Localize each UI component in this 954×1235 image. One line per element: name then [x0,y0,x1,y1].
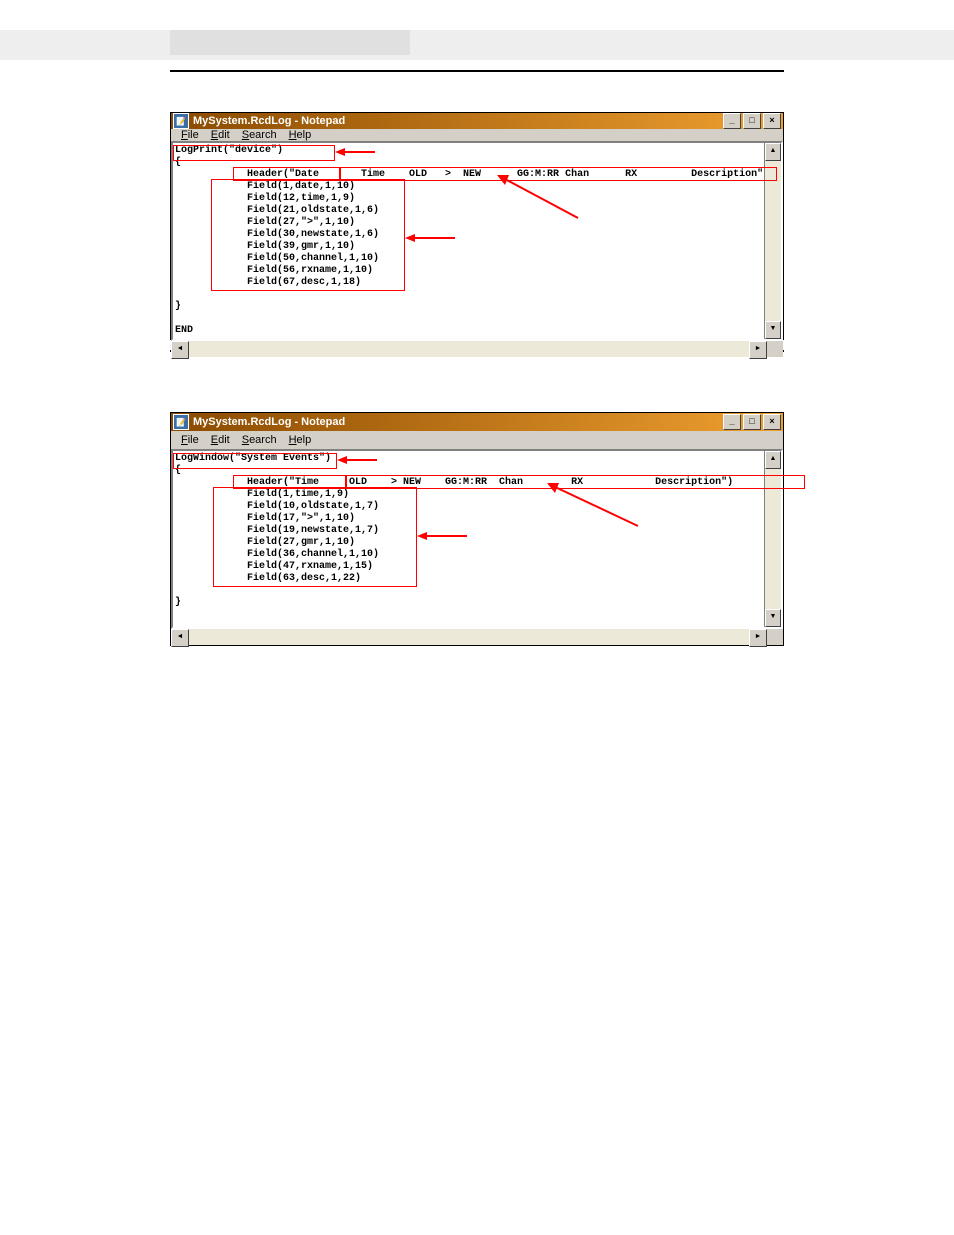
scroll-track[interactable] [189,629,749,645]
menu-search[interactable]: Search [236,129,283,141]
window-title: MySystem.RcdLog - Notepad [193,416,721,428]
menu-file[interactable]: File [175,434,205,446]
resize-grip[interactable] [767,629,783,645]
titlebar[interactable]: 📝 MySystem.RcdLog - Notepad _ □ × [171,113,783,129]
screenshot-2: 📝 MySystem.RcdLog - Notepad _ □ × File E… [170,412,784,646]
page-header-inner [170,30,410,55]
scroll-up-button[interactable]: ▲ [765,143,781,161]
menu-file[interactable]: File [175,129,205,141]
menubar: File Edit Search Help [171,129,783,141]
menu-help[interactable]: Help [283,434,318,446]
menu-edit[interactable]: Edit [205,129,236,141]
menu-help[interactable]: Help [283,129,318,141]
resize-grip[interactable] [767,341,783,357]
maximize-button[interactable]: □ [743,414,761,430]
text-area[interactable]: LogWindow("System Events") { Header("Tim… [173,451,764,627]
horizontal-rule [170,70,784,72]
vertical-scrollbar[interactable]: ▲ ▼ [764,451,781,627]
scroll-down-button[interactable]: ▼ [765,321,781,339]
app-icon: 📝 [173,414,189,430]
screenshot-1: 📝 MySystem.RcdLog - Notepad _ □ × File E… [170,112,784,340]
notepad-window-1: 📝 MySystem.RcdLog - Notepad _ □ × File E… [171,113,783,339]
scroll-track[interactable] [765,161,781,321]
window-title: MySystem.RcdLog - Notepad [193,115,721,127]
scroll-track[interactable] [189,341,749,357]
close-button[interactable]: × [763,113,781,129]
scroll-right-button[interactable]: ► [749,629,767,647]
horizontal-scrollbar[interactable]: ◄ ► [171,341,767,357]
scroll-track[interactable] [765,469,781,609]
titlebar[interactable]: 📝 MySystem.RcdLog - Notepad _ □ × [171,413,783,431]
close-button[interactable]: × [763,414,781,430]
minimize-button[interactable]: _ [723,113,741,129]
notepad-window-2: 📝 MySystem.RcdLog - Notepad _ □ × File E… [171,413,783,645]
menu-search[interactable]: Search [236,434,283,446]
scroll-left-button[interactable]: ◄ [171,629,189,647]
text-area[interactable]: LogPrint("device") { Header("Date Time O… [173,143,764,339]
horizontal-scrollbar[interactable]: ◄ ► [171,629,767,645]
app-icon: 📝 [173,113,189,129]
scroll-left-button[interactable]: ◄ [171,341,189,359]
menu-edit[interactable]: Edit [205,434,236,446]
scroll-right-button[interactable]: ► [749,341,767,359]
scroll-down-button[interactable]: ▼ [765,609,781,627]
page-header-bar [0,30,954,60]
minimize-button[interactable]: _ [723,414,741,430]
scroll-up-button[interactable]: ▲ [765,451,781,469]
vertical-scrollbar[interactable]: ▲ ▼ [764,143,781,339]
menubar: File Edit Search Help [171,431,783,449]
maximize-button[interactable]: □ [743,113,761,129]
